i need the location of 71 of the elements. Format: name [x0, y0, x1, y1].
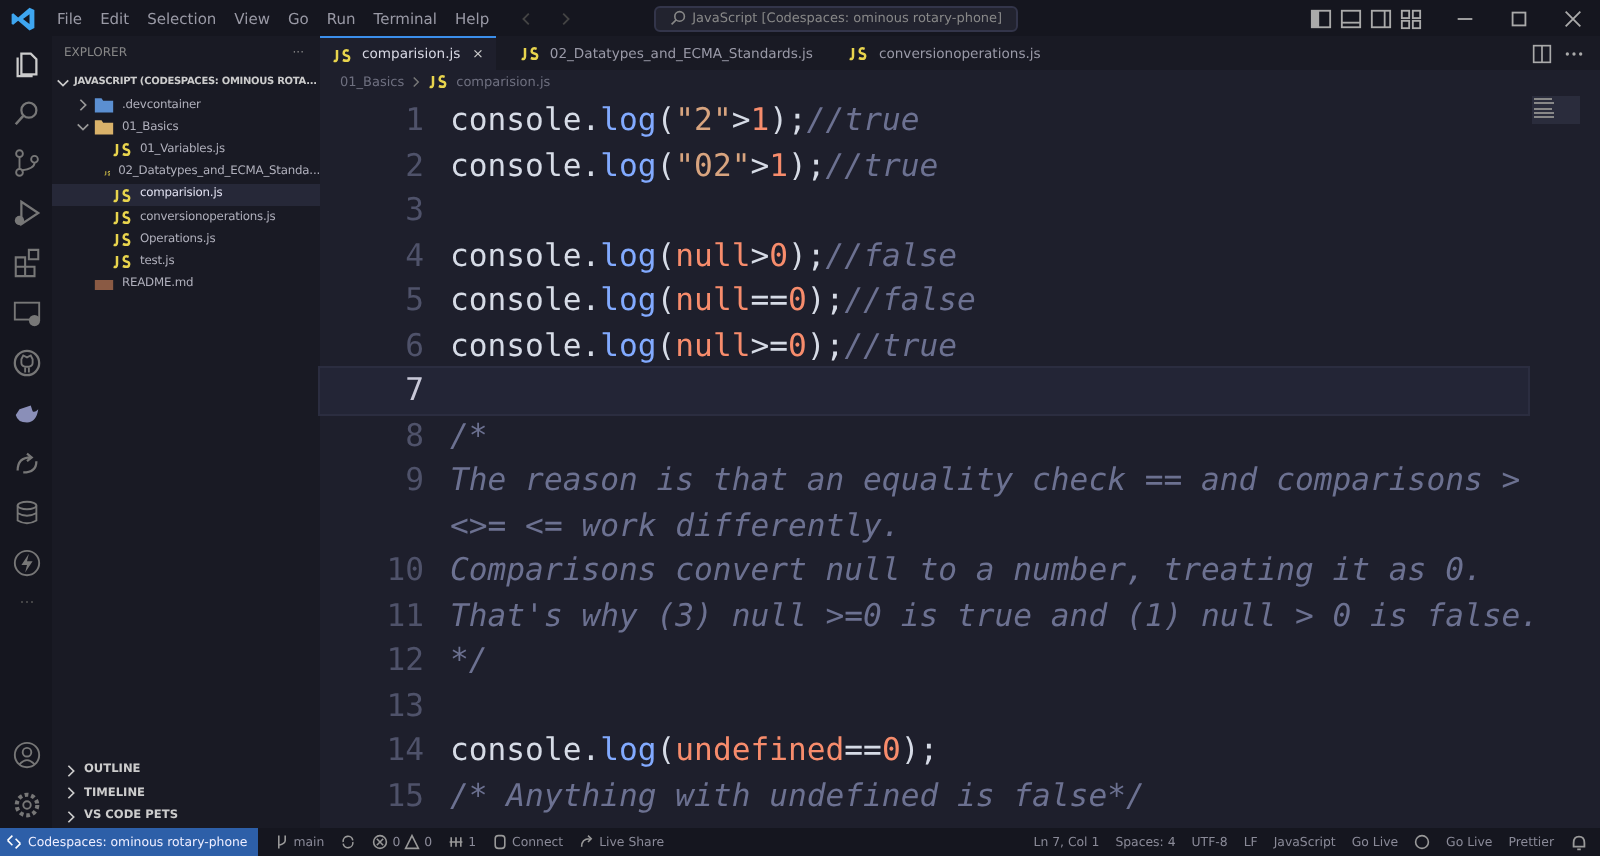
close-icon[interactable]	[1562, 7, 1584, 29]
extensions-icon[interactable]	[11, 248, 41, 278]
chevron-icon[interactable]	[76, 98, 90, 113]
line-number: 4	[405, 237, 424, 274]
js-file-icon	[848, 44, 869, 62]
run-debug-icon[interactable]	[11, 198, 41, 228]
sync-icon[interactable]	[340, 834, 357, 850]
code-line: */	[450, 642, 488, 679]
remote-icon	[6, 834, 22, 850]
more-actions-icon[interactable]	[1564, 49, 1584, 57]
search-icon[interactable]	[11, 98, 41, 128]
js-file-icon	[112, 252, 132, 271]
live-share-icon[interactable]	[11, 448, 41, 478]
github-icon[interactable]	[11, 348, 41, 378]
line-number: 6	[405, 327, 424, 364]
js-file-icon	[332, 45, 352, 63]
line-number: 3	[405, 192, 424, 229]
js-file-icon	[519, 44, 540, 62]
code-line: /*	[450, 417, 488, 454]
code-line: <>= <= work differently.	[450, 507, 901, 544]
line-number: 7	[405, 372, 424, 409]
account-icon[interactable]	[11, 740, 41, 770]
js-file-icon	[112, 230, 132, 249]
code-line: console.log(undefined==0);	[450, 732, 939, 769]
code-line: That's why (3) null >=0 is true and (1) null > 0 is false.	[450, 597, 1540, 634]
js-file-icon	[112, 140, 132, 159]
line-number: 14	[386, 732, 424, 769]
notifications-icon[interactable]	[1570, 833, 1588, 851]
toggle-secondary-sidebar-icon[interactable]	[1370, 7, 1392, 29]
line-number: 11	[386, 597, 424, 634]
toggle-panel-icon[interactable]	[1340, 7, 1362, 29]
chevron-icon[interactable]	[76, 120, 90, 135]
js-file-icon	[112, 185, 132, 204]
line-number: 13	[386, 687, 424, 724]
remote-explorer-icon[interactable]	[11, 298, 41, 328]
code-line: The reason is that an equality check == and comparisons >	[450, 462, 1521, 499]
source-control-icon[interactable]	[11, 148, 41, 178]
line-number: 5	[405, 282, 424, 319]
line-number: 10	[386, 552, 424, 589]
line-number: 1	[405, 102, 424, 139]
layout-icon[interactable]	[1400, 7, 1422, 29]
code-line: Comparisons convert null to a number, treating it as 0.	[450, 552, 1483, 589]
js-file-icon	[428, 72, 449, 90]
lightning-icon[interactable]	[11, 548, 41, 578]
search-icon	[670, 10, 687, 26]
error-icon	[372, 834, 389, 850]
settings-icon[interactable]	[11, 790, 41, 820]
vscode-logo-icon	[10, 5, 36, 31]
line-number: 15	[386, 777, 424, 814]
line-number: 9	[405, 462, 424, 499]
chevron-icon[interactable]	[56, 75, 70, 89]
line-number: 8	[405, 417, 424, 454]
share-arrow-icon	[579, 834, 596, 850]
minimap-drawing[interactable]	[1532, 96, 1580, 124]
code-line: console.log(null==0);//false	[450, 282, 976, 319]
warning-icon	[404, 834, 421, 850]
code-line: console.log("02">1);//true	[450, 147, 939, 184]
code-line: console.log("2">1);//true	[450, 102, 920, 139]
markdown-file-icon	[94, 275, 114, 294]
code-line: console.log(null>=0);//true	[450, 327, 958, 364]
code-line: /* Anything with undefined is false*/	[450, 777, 1145, 814]
maximize-icon[interactable]	[1508, 7, 1530, 29]
code-line: console.log(null>0);//false	[450, 237, 958, 274]
toggle-sidebar-icon[interactable]	[1310, 7, 1332, 29]
js-file-icon	[112, 208, 132, 227]
line-number: 2	[405, 147, 424, 184]
files-icon[interactable]	[11, 48, 41, 78]
line-number: 12	[386, 642, 424, 679]
split-editor-icon[interactable]	[1532, 43, 1552, 63]
branch-icon	[273, 834, 290, 850]
chevron-icon	[410, 75, 423, 87]
